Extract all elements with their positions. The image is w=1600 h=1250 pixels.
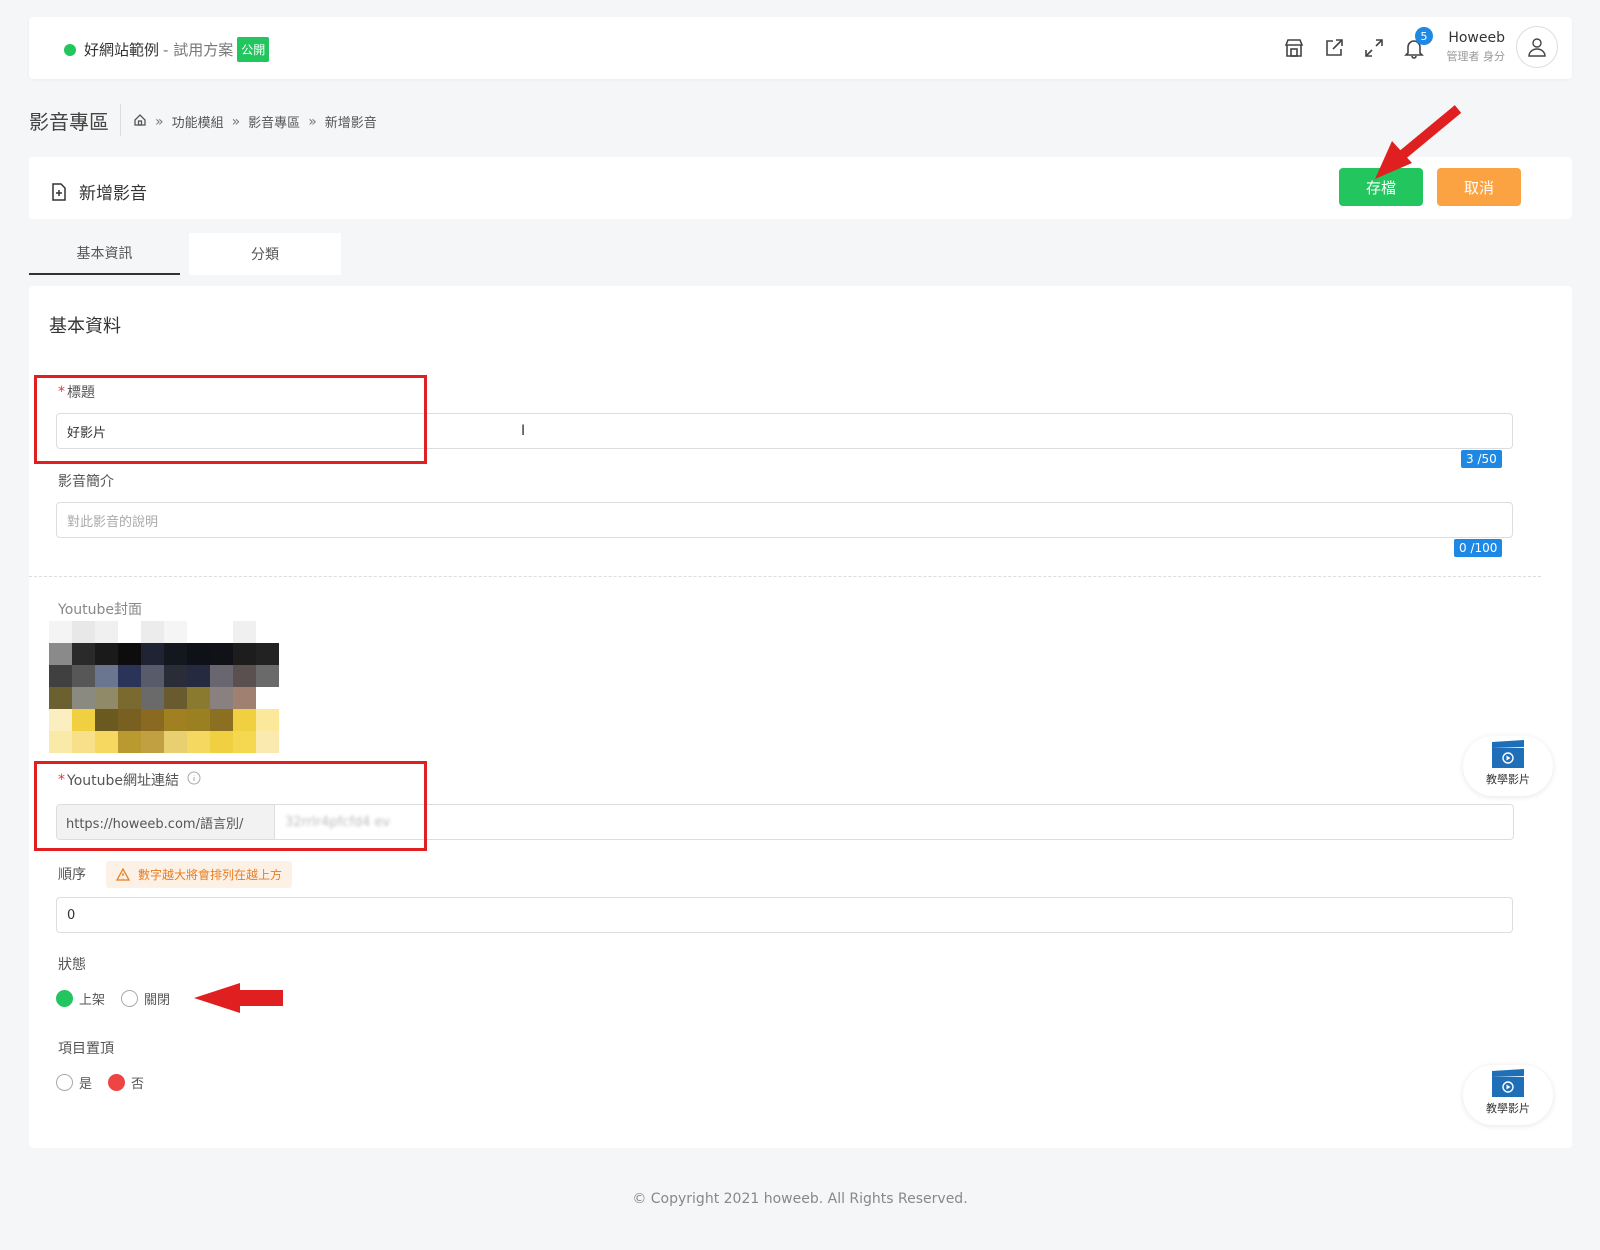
order-hint: 數字越大將會排列在越上方 — [106, 861, 293, 888]
section-divider — [29, 576, 1541, 577]
order-hint-text: 數字越大將會排列在越上方 — [138, 868, 283, 882]
status-option-label: 上架 — [79, 993, 106, 1008]
pin-option-label: 是 — [79, 1077, 93, 1092]
status-option-label: 關閉 — [144, 993, 171, 1008]
breadcrumb: » 功能模組 » 影音專區 » 新增影音 — [133, 112, 377, 131]
external-link-icon[interactable] — [1321, 35, 1347, 61]
cover-label: Youtube封面 — [58, 602, 142, 618]
pin-option-yes[interactable]: 是 — [56, 1073, 92, 1092]
breadcrumb-separator: » — [155, 113, 164, 130]
status-dot-icon — [64, 43, 76, 56]
top-bar: 好網站範例 - 試用方案 公開 5 Howeeb 管理者 身分 — [29, 17, 1572, 79]
pin-option-no[interactable]: 否 — [108, 1073, 144, 1092]
form-title-text: 新增影音 — [79, 184, 147, 204]
pin-radio-group: 是 否 — [56, 1073, 144, 1092]
radio-button[interactable] — [56, 990, 73, 1007]
red-arrow-icon — [194, 983, 283, 1013]
desc-input[interactable]: 對此影音的說明 — [56, 502, 1513, 538]
status-radio-group: 上架 關閉 — [56, 989, 170, 1008]
action-bar: 新增影音 存檔 取消 — [29, 157, 1572, 219]
title-counter: 3 /50 — [1461, 450, 1502, 468]
tabs: 基本資訊 分類 — [29, 233, 341, 275]
notification-count: 5 — [1415, 27, 1433, 45]
radio-button[interactable] — [108, 1074, 126, 1091]
tab-category[interactable]: 分類 — [189, 233, 341, 275]
user-info[interactable]: Howeeb 管理者 身分 — [1443, 30, 1506, 64]
desc-label: 影音簡介 — [58, 474, 114, 490]
breadcrumb-separator: » — [231, 113, 241, 130]
breadcrumb-item: 新增影音 — [324, 116, 377, 131]
site-plan: - 試用方案 — [163, 41, 234, 59]
page-title: 影音專區 — [29, 110, 109, 134]
red-arrow-icon — [1375, 105, 1462, 179]
section-title: 基本資料 — [49, 316, 121, 337]
form-title: 新增影音 — [51, 179, 147, 204]
youtube-cover-image — [49, 621, 279, 753]
order-label: 順序 — [58, 867, 86, 883]
breadcrumb-item[interactable]: 功能模組 — [172, 112, 224, 131]
bell-icon[interactable]: 5 — [1401, 27, 1433, 61]
text-cursor-icon: I — [521, 423, 526, 439]
help-video-widget[interactable]: 教學影片 — [1463, 728, 1553, 798]
tab-basic-info[interactable]: 基本資訊 — [29, 233, 180, 275]
radio-button[interactable] — [121, 990, 139, 1007]
warning-icon — [116, 868, 130, 881]
status-option-off[interactable]: 關閉 — [121, 989, 170, 1008]
footer-copyright: © Copyright 2021 howeeb. All Rights Rese… — [632, 1191, 968, 1207]
store-icon[interactable] — [1281, 35, 1307, 61]
breadcrumb-item[interactable]: 影音專區 — [248, 112, 300, 131]
status-option-on[interactable]: 上架 — [56, 989, 105, 1008]
user-role: 管理者 身分 — [1446, 50, 1506, 63]
public-badge: 公開 — [237, 37, 270, 62]
pin-option-label: 否 — [131, 1077, 145, 1092]
highlight-youtube-box — [34, 761, 427, 851]
pin-label: 項目置頂 — [58, 1041, 114, 1057]
site-name[interactable]: 好網站範例 — [84, 39, 159, 60]
help-label: 教學影片 — [1486, 1102, 1530, 1115]
highlight-title-box — [34, 375, 427, 464]
desc-counter: 0 /100 — [1454, 539, 1503, 557]
fullscreen-icon[interactable] — [1361, 35, 1387, 61]
site-info: 好網站範例 - 試用方案 公開 — [64, 37, 270, 62]
radio-button[interactable] — [56, 1074, 73, 1091]
breadcrumb-separator: » — [308, 113, 317, 130]
order-input[interactable]: 0 — [56, 897, 1513, 933]
status-label: 狀態 — [58, 957, 86, 973]
video-clapper-icon — [1492, 740, 1524, 768]
youtube-url-input[interactable]: 32rrlr4pfcfd4 ev — [275, 805, 1513, 839]
title-divider — [120, 104, 121, 136]
home-icon[interactable] — [133, 113, 147, 131]
new-file-icon — [52, 182, 66, 201]
help-video-widget[interactable]: 教學影片 — [1463, 1057, 1553, 1127]
video-clapper-icon — [1492, 1069, 1524, 1097]
help-label: 教學影片 — [1486, 773, 1530, 786]
avatar[interactable] — [1516, 26, 1558, 68]
user-name: Howeeb — [1448, 30, 1505, 46]
user-icon — [1528, 38, 1546, 57]
top-icons: 5 — [1281, 27, 1433, 61]
